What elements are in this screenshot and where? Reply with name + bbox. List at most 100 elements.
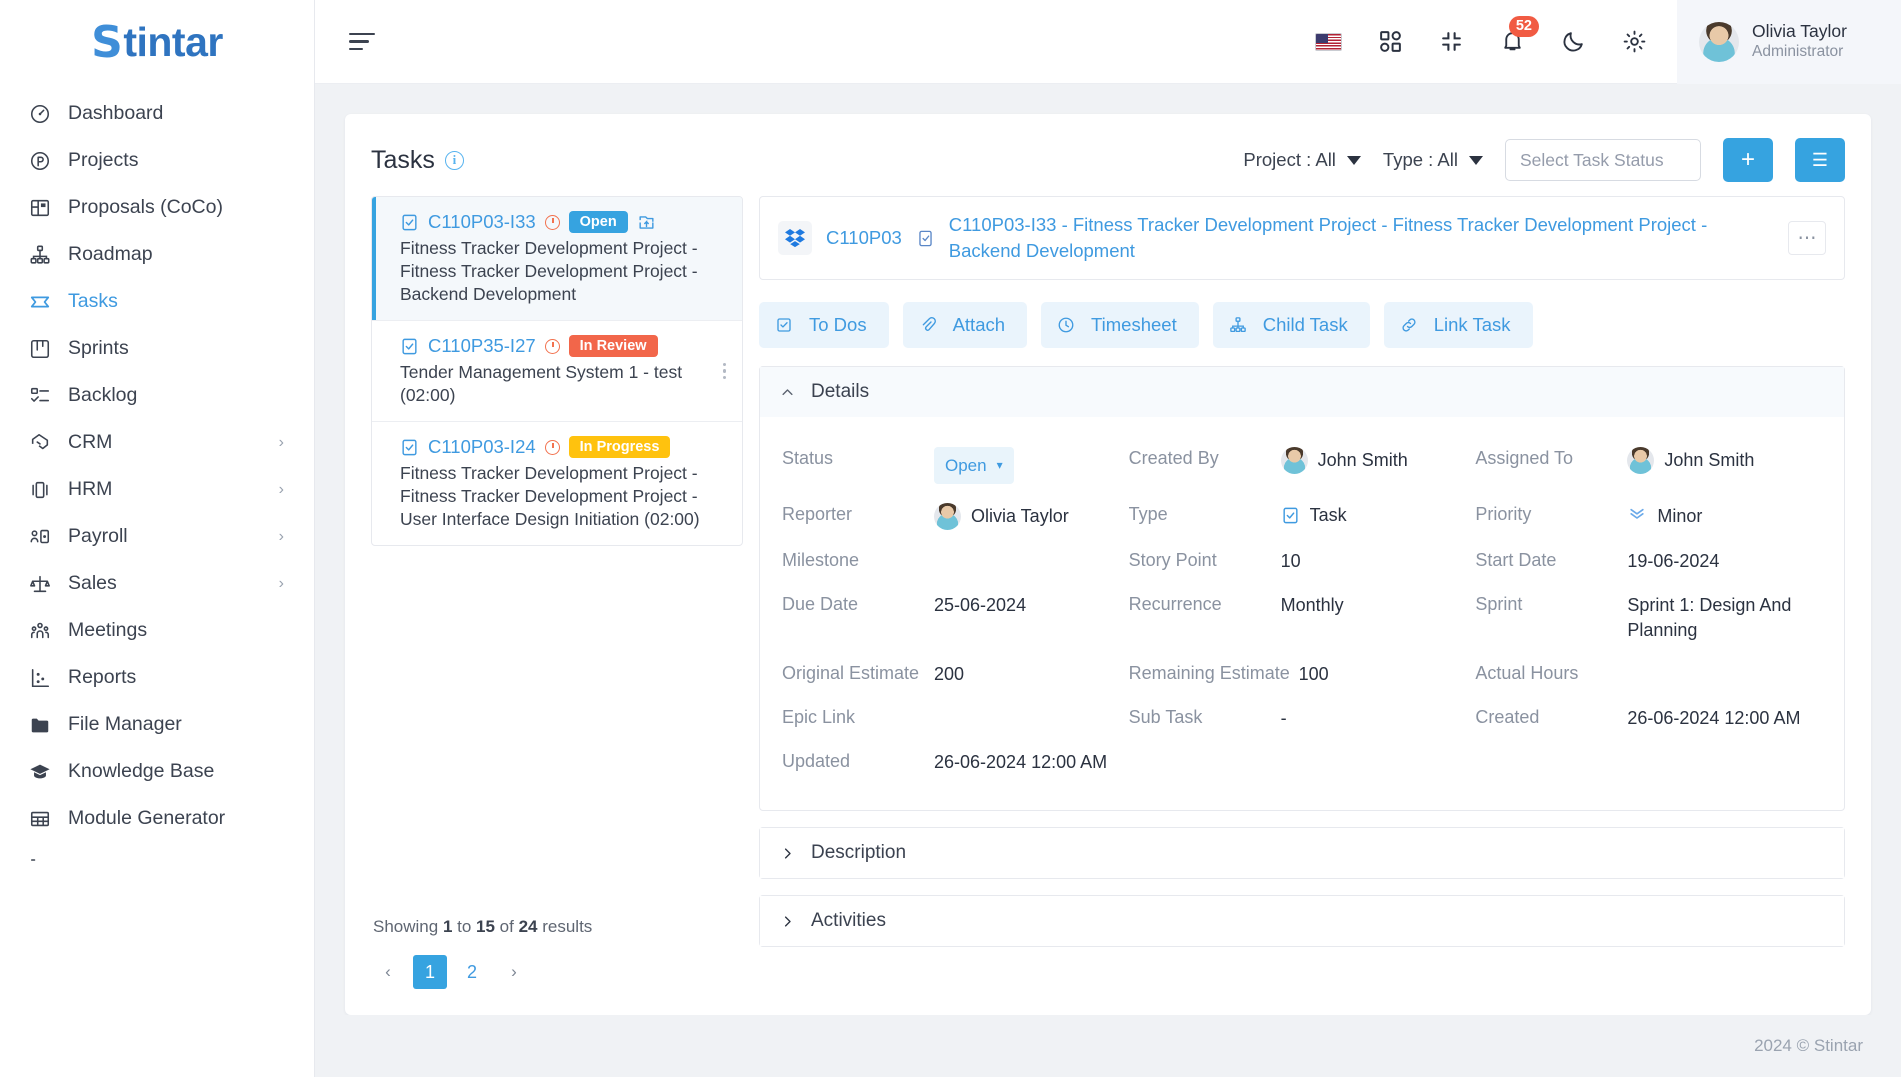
status-dropdown[interactable]: Open ▾: [934, 447, 1014, 484]
sidebar-item-reports[interactable]: Reports: [0, 654, 314, 701]
created-by-name: John Smith: [1317, 450, 1408, 470]
sidebar-item-payroll[interactable]: Payroll ›: [0, 513, 314, 560]
activities-panel-header[interactable]: Activities: [760, 896, 1844, 946]
add-task-button[interactable]: +: [1723, 138, 1773, 182]
us-flag-icon[interactable]: [1315, 32, 1342, 51]
sidebar-item-module-generator[interactable]: Module Generator: [0, 795, 314, 842]
sidebar-item-crm[interactable]: CRM ›: [0, 419, 314, 466]
task-code[interactable]: C110P03-I33: [428, 211, 536, 233]
task-description: Tender Management System 1 - test (02:00…: [400, 362, 683, 405]
gear-icon[interactable]: [1622, 29, 1647, 54]
scatter-chart-icon: [28, 666, 51, 689]
description-panel-header[interactable]: Description: [760, 828, 1844, 878]
sidebar-item-projects[interactable]: Projects: [0, 137, 314, 184]
chevron-right-icon: ›: [278, 527, 284, 545]
move-task-icon[interactable]: [637, 213, 656, 232]
field-label: Updated: [782, 751, 851, 771]
content-area: Tasks i Project : All Type : All Select …: [315, 84, 1901, 1015]
task-code[interactable]: C110P03-I24: [428, 436, 536, 458]
details-panel-header[interactable]: Details: [760, 367, 1844, 417]
task-list-item[interactable]: C110P35-I27 In Review Tender Management …: [372, 321, 742, 422]
sidebar-item-roadmap[interactable]: Roadmap: [0, 231, 314, 278]
sidebar-item-label: Projects: [68, 149, 139, 171]
field-label: Assigned To: [1475, 448, 1574, 468]
clock-icon: [544, 214, 560, 230]
pagination-prev[interactable]: ‹: [371, 955, 405, 989]
chevron-right-icon: ›: [278, 574, 284, 592]
user-profile-menu[interactable]: Olivia Taylor Administrator: [1677, 0, 1901, 84]
task-detail-title[interactable]: C110P03-I33 - Fitness Tracker Developmen…: [949, 212, 1774, 264]
list-view-button[interactable]: ☰: [1795, 138, 1845, 182]
task-code[interactable]: C110P35-I27: [428, 335, 536, 357]
checkbox-icon: [775, 316, 793, 334]
apps-grid-icon[interactable]: [1378, 29, 1403, 54]
avatar: [1699, 21, 1739, 62]
priority-value: Minor: [1657, 506, 1703, 526]
brand-logo[interactable]: Stintar: [0, 0, 314, 84]
task-list-item[interactable]: C110P03-I24 In Progress Fitness Tracker …: [372, 422, 742, 545]
sidebar-item-tasks[interactable]: Tasks: [0, 278, 314, 325]
sidebar-item-label: Proposals (CoCo): [68, 196, 223, 218]
tab-label: Child Task: [1262, 314, 1348, 335]
sidebar-item-file-manager[interactable]: File Manager: [0, 701, 314, 748]
chevron-down-icon: ▾: [996, 458, 1003, 472]
sidebar-item-sales[interactable]: Sales ›: [0, 560, 314, 607]
sidebar-item-proposals[interactable]: Proposals (CoCo): [0, 184, 314, 231]
tab-timesheet[interactable]: Timesheet: [1041, 302, 1199, 348]
field-status: Status Open ▾: [782, 437, 1129, 493]
task-list-column: C110P03-I33 Open Fitness Tracker Develop…: [371, 196, 743, 1015]
field-label: Created: [1475, 707, 1540, 727]
tab-link-task[interactable]: Link Task: [1383, 302, 1533, 348]
task-list-item[interactable]: C110P03-I33 Open Fitness Tracker Develop…: [372, 197, 742, 321]
tab-child-task[interactable]: Child Task: [1212, 302, 1370, 348]
tab-todos[interactable]: To Dos: [759, 302, 889, 348]
status-value: Open: [945, 456, 987, 475]
field-value: [934, 705, 1129, 706]
type-filter-dropdown[interactable]: Type : All: [1383, 149, 1483, 171]
pagination-page-1[interactable]: 1: [413, 955, 447, 989]
moon-icon[interactable]: [1561, 29, 1586, 54]
field-label: Priority: [1475, 504, 1532, 524]
main-area: 52 Olivia Taylor Administrator Tasks i P…: [315, 0, 1901, 1077]
showing-prefix: Showing: [373, 917, 443, 936]
compress-icon[interactable]: [1439, 29, 1464, 54]
showing-suffix: results: [537, 917, 593, 936]
task-status-select[interactable]: Select Task Status: [1505, 139, 1701, 181]
project-filter-dropdown[interactable]: Project : All: [1243, 149, 1361, 171]
hamburger-icon[interactable]: [349, 32, 375, 51]
field-start-date: Start Date 19-06-2024: [1475, 539, 1822, 583]
task-item-content: C110P03-I33 Open Fitness Tracker Develop…: [400, 211, 726, 306]
task-clipboard-icon: [400, 337, 419, 356]
info-icon[interactable]: i: [444, 150, 464, 170]
details-field-grid: Status Open ▾ Created By John Smith Assi…: [782, 437, 1822, 784]
field-value: Monthly: [1280, 595, 1344, 615]
sidebar-item-dashboard[interactable]: Dashboard: [0, 90, 314, 137]
notification-badge: 52: [1508, 16, 1539, 37]
sidebar-item-sprints[interactable]: Sprints: [0, 325, 314, 372]
pagination-page-2[interactable]: 2: [455, 955, 489, 989]
task-clipboard-icon: [916, 229, 935, 248]
field-sprint: Sprint Sprint 1: Design And Planning: [1475, 583, 1822, 652]
bell-icon[interactable]: 52: [1500, 16, 1539, 54]
gauge-icon: [28, 102, 51, 125]
task-list-footer: Showing 1 to 15 of 24 results ‹ 1 2 ›: [371, 899, 743, 1015]
pagination-next[interactable]: ›: [497, 955, 531, 989]
showing-mid: to: [452, 917, 477, 936]
task-more-options-button[interactable]: ⋯: [1788, 221, 1826, 255]
field-reporter: Reporter Olivia Taylor: [782, 493, 1129, 539]
sidebar-item-knowledge-base[interactable]: Knowledge Base: [0, 748, 314, 795]
field-value: 25-06-2024: [934, 595, 1027, 615]
sidebar-item-backlog[interactable]: Backlog: [0, 372, 314, 419]
sidebar-item-meetings[interactable]: Meetings: [0, 607, 314, 654]
task-options-icon[interactable]: [717, 362, 726, 380]
sidebar-item-more[interactable]: [0, 842, 314, 883]
project-code[interactable]: C110P03: [826, 227, 902, 249]
layout-panel-icon: [28, 196, 51, 219]
field-label: Sprint: [1475, 594, 1523, 614]
sidebar-item-label: Sales: [68, 572, 117, 594]
tab-attach[interactable]: Attach: [902, 302, 1028, 348]
clock-icon: [544, 338, 560, 354]
sidebar-item-label: Knowledge Base: [68, 760, 215, 782]
sidebar-item-hrm[interactable]: HRM ›: [0, 466, 314, 513]
avatar: [1280, 447, 1308, 474]
